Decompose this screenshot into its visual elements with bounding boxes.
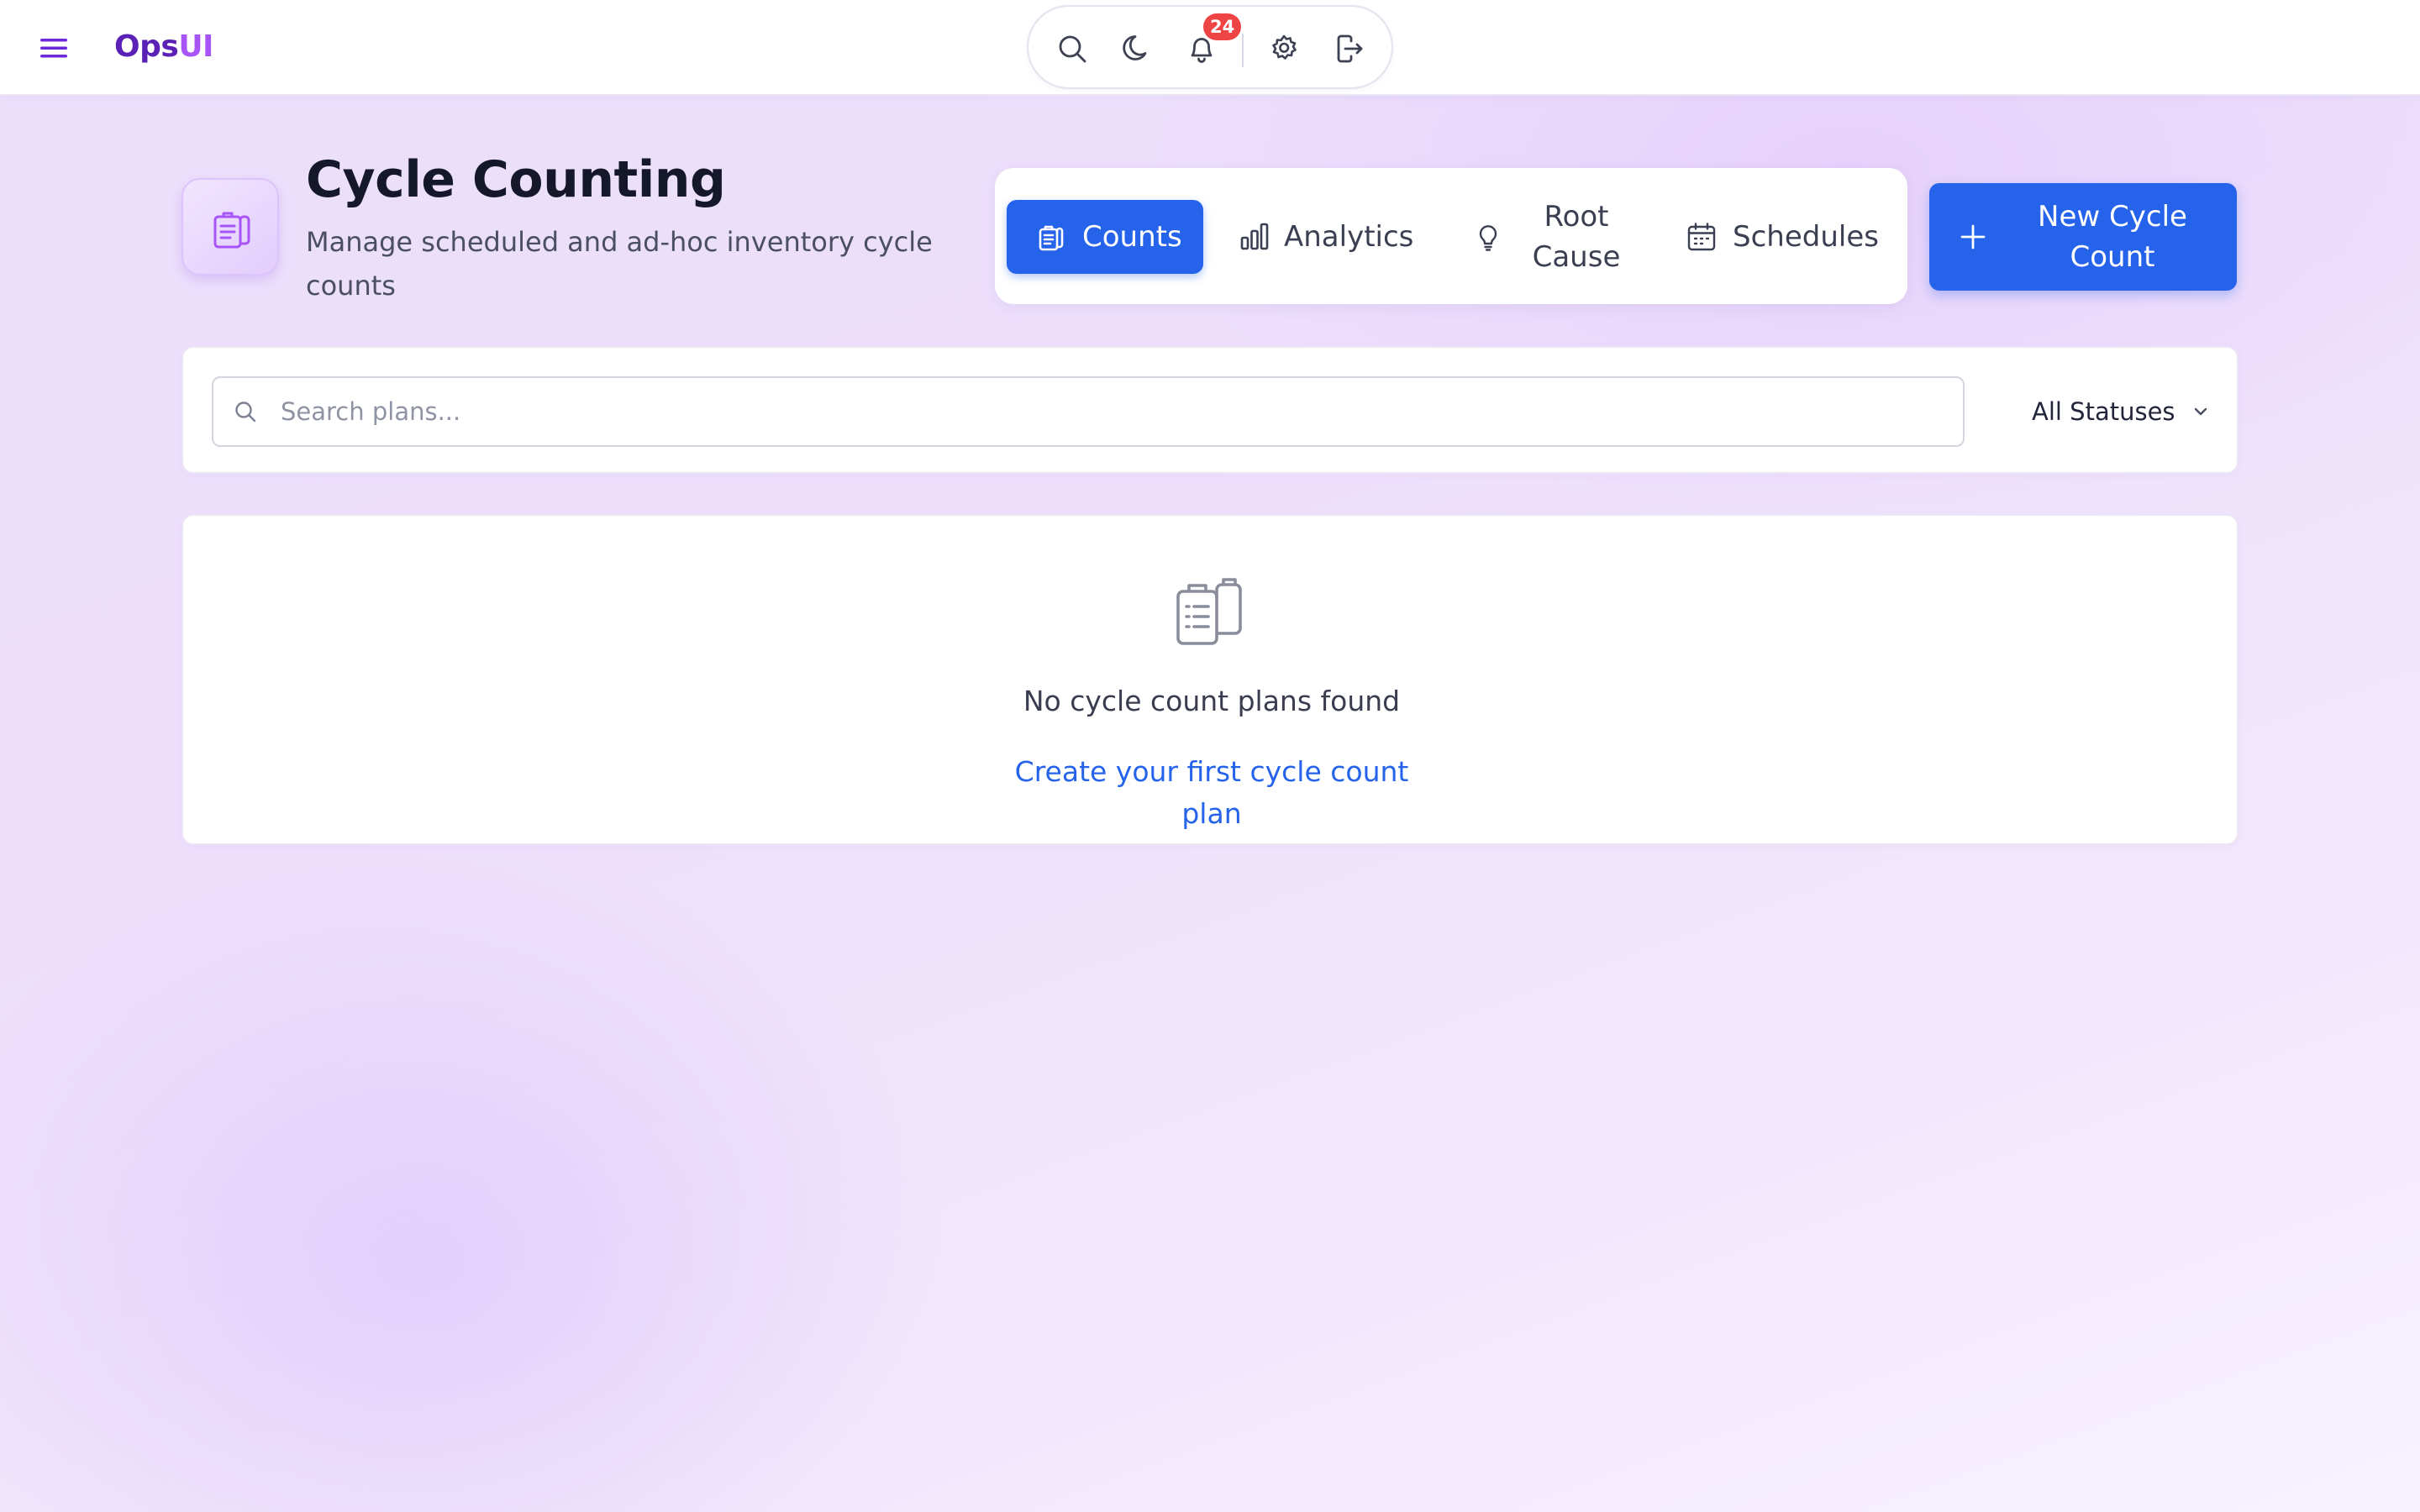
search-field[interactable] [212,376,1965,447]
bar-chart-icon [1240,223,1269,250]
search-icon [235,402,256,423]
page-subtitle: Manage scheduled and ad-hoc inventory cy… [306,226,933,302]
page-title: Cycle Counting [306,150,726,209]
brand-part-1: Ops [114,29,179,64]
tab-root-cause[interactable]: Root Cause [1472,200,1632,274]
tab-analytics[interactable]: Analytics [1239,200,1415,274]
tab-schedules[interactable]: Schedules [1686,200,1887,274]
clipboard-icon [213,212,250,249]
create-first-plan-link[interactable]: Create your first cycle count plan [1002,751,1422,835]
page-header-icon [182,178,279,276]
empty-state-card: No cycle count plans found Create your f… [182,514,2238,845]
toolbar-divider [1242,34,1244,67]
search-input[interactable] [281,388,1944,435]
moon-icon[interactable] [1119,30,1156,67]
tab-counts-label: Counts [1082,220,1182,254]
menu-icon[interactable] [35,32,72,64]
brand-logo[interactable]: OpsUI [114,25,213,69]
tab-schedules-label: Schedules [1733,220,1879,254]
toolbar: 24 [1027,5,1393,89]
calendar-icon [1687,223,1716,251]
new-cycle-count-button[interactable]: New Cycle Count [1929,183,2237,291]
filter-bar: All Statuses [182,346,2238,474]
notification-badge: 24 [1203,13,1242,40]
view-tabs: Counts Analytics Root Cause Schedules [995,168,1907,304]
logout-icon[interactable] [1331,30,1368,67]
lightbulb-icon [1479,225,1497,251]
gear-icon[interactable] [1265,30,1302,67]
clipboard-icon [1039,225,1064,251]
top-bar: OpsUI 24 [0,0,2420,96]
tab-analytics-label: Analytics [1284,220,1414,254]
status-filter-select[interactable]: All Statuses [1998,376,2225,447]
tab-counts[interactable]: Counts [1007,200,1203,274]
brand-part-2: UI [178,29,213,64]
chevron-down-icon [2194,407,2207,416]
empty-state-message: No cycle count plans found [1023,685,1401,717]
plus-icon [1960,224,1986,249]
search-icon[interactable] [1054,30,1091,67]
tab-root-cause-label: Root Cause [1532,200,1621,274]
clipboard-icon [1176,578,1242,645]
status-filter-value: All Statuses [2032,397,2175,426]
new-cycle-count-label: New Cycle Count [2038,200,2187,274]
